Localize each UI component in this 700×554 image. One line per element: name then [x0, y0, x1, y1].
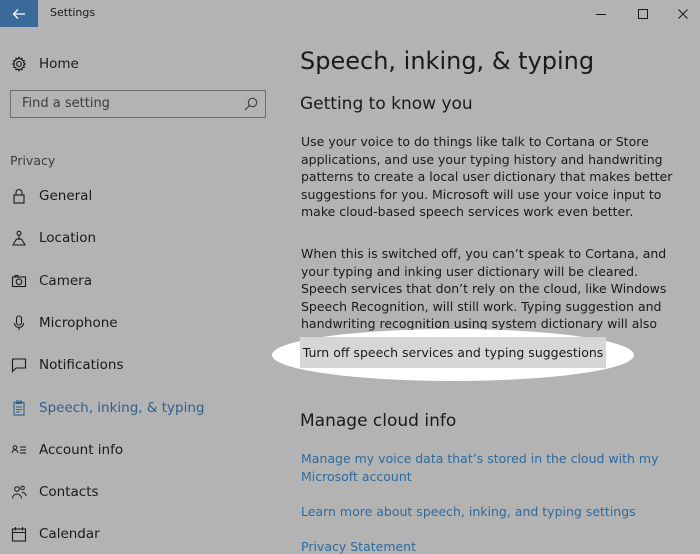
minimize-icon — [596, 13, 606, 15]
close-button[interactable] — [660, 0, 700, 27]
lock-icon — [10, 187, 28, 205]
sidebar-item-label: Contacts — [39, 484, 99, 500]
manage-voice-data-link[interactable]: Manage my voice data that’s stored in th… — [301, 450, 686, 485]
sidebar-item-label: Speech, inking, & typing — [39, 400, 205, 416]
sidebar-item-label: Camera — [39, 273, 92, 289]
sidebar-item-label: Account info — [39, 442, 124, 458]
sidebar-item-microphone[interactable]: Microphone — [0, 312, 270, 334]
section-heading-manage-cloud-info: Manage cloud info — [300, 411, 457, 431]
sidebar-item-label: Calendar — [39, 526, 100, 542]
turn-off-speech-services-button[interactable]: Turn off speech services and typing sugg… — [300, 337, 606, 368]
sidebar-item-account-info[interactable]: Account info — [0, 439, 270, 461]
sidebar-item-label: General — [39, 188, 93, 204]
sidebar-item-label: Notifications — [39, 357, 124, 373]
account-info-icon — [10, 441, 28, 459]
sidebar: Home Privacy General Location — [0, 27, 280, 554]
sidebar-item-home[interactable]: Home — [0, 53, 270, 75]
sidebar-item-notifications[interactable]: Notifications — [0, 354, 270, 376]
description-paragraph: Use your voice to do things like talk to… — [301, 134, 673, 219]
location-person-icon — [10, 229, 28, 247]
title-bar: Settings — [0, 0, 700, 27]
gear-icon — [10, 55, 28, 73]
contacts-icon — [10, 483, 28, 501]
sidebar-item-contacts[interactable]: Contacts — [0, 481, 270, 503]
sidebar-item-label: Microphone — [39, 315, 118, 331]
sidebar-item-speech-inking-typing[interactable]: Speech, inking, & typing — [0, 397, 270, 419]
sidebar-item-label: Location — [39, 230, 97, 246]
search-input[interactable] — [11, 91, 237, 116]
app-title: Settings — [50, 6, 96, 19]
sidebar-item-camera[interactable]: Camera — [0, 270, 270, 292]
sidebar-item-label: Home — [39, 56, 79, 72]
sidebar-item-general[interactable]: General — [0, 185, 270, 207]
calendar-icon — [10, 525, 28, 543]
clipboard-icon — [10, 399, 28, 417]
page-title: Speech, inking, & typing — [300, 47, 595, 75]
search-box — [10, 90, 266, 118]
camera-icon — [10, 272, 28, 290]
close-icon — [678, 8, 688, 19]
sidebar-item-calendar[interactable]: Calendar — [0, 523, 270, 545]
privacy-group-label: Privacy — [10, 153, 56, 168]
notification-icon — [10, 356, 28, 374]
microphone-icon — [10, 314, 28, 332]
section-heading-getting-to-know-you: Getting to know you — [300, 94, 473, 114]
back-arrow-icon — [12, 8, 25, 19]
maximize-icon — [638, 8, 648, 19]
search-icon — [244, 97, 258, 111]
back-button[interactable] — [0, 0, 38, 27]
learn-more-link[interactable]: Learn more about speech, inking, and typ… — [301, 503, 686, 521]
privacy-statement-link[interactable]: Privacy Statement — [301, 538, 686, 554]
minimize-button[interactable] — [578, 0, 624, 27]
sidebar-item-location[interactable]: Location — [0, 227, 270, 249]
